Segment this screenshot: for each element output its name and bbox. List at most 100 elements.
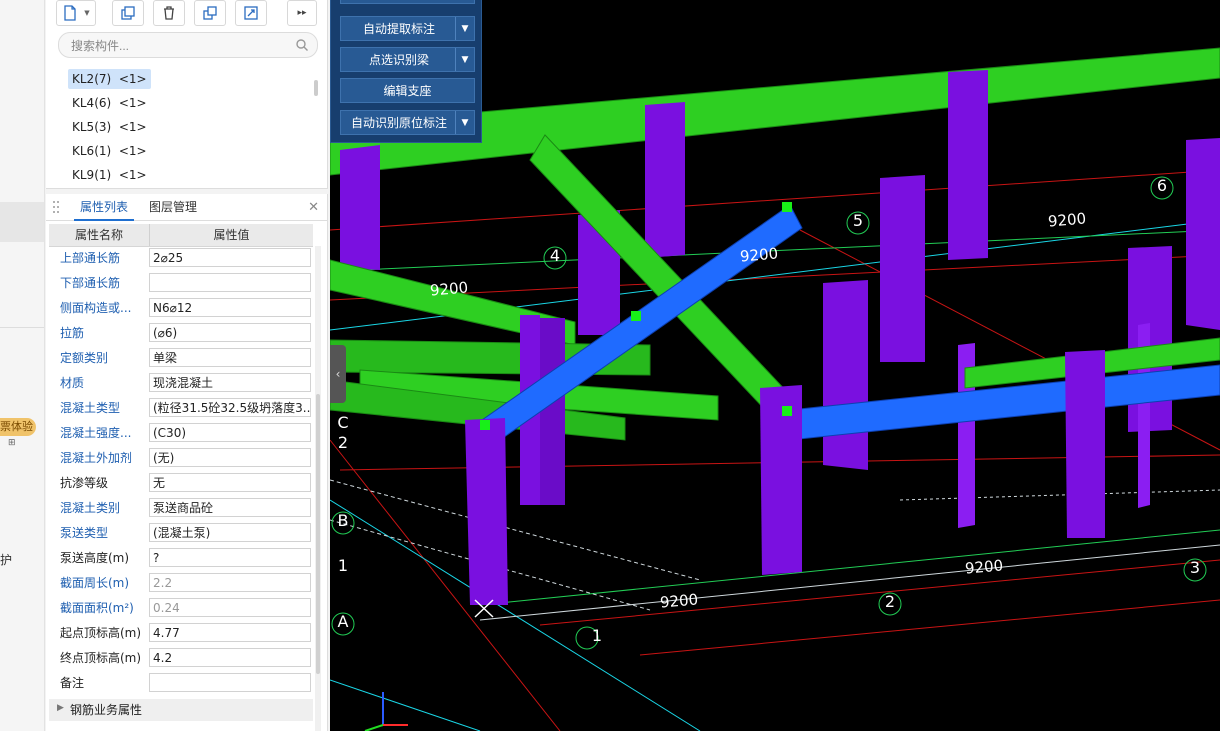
component-item-kl2[interactable]: KL2(7) <1> (68, 69, 151, 89)
property-name: 材质 (60, 376, 85, 390)
search-icon[interactable] (295, 38, 309, 52)
pick-recognize-beam-label: 点选识别梁 (368, 53, 429, 67)
auto-recognize-inplace-annotation-label: 自动识别原位标注 (350, 116, 447, 130)
property-row: 材质 现浇混凝土 (49, 371, 313, 396)
delete-component-button[interactable] (153, 0, 185, 26)
axis-letter-b: B (337, 511, 349, 530)
property-value-field[interactable] (149, 273, 311, 292)
property-value-field[interactable]: ? (149, 548, 311, 567)
tab-property-list[interactable]: 属性列表 (74, 194, 135, 221)
property-row: 抗渗等级 无 (49, 471, 313, 496)
property-name: 起点顶标高(m) (60, 626, 142, 640)
property-name: 泵送类型 (60, 526, 109, 540)
axis-letter-c: C (337, 413, 349, 432)
property-value-field[interactable]: 4.2 (149, 648, 311, 667)
section-label: 钢筋业务属性 (70, 703, 143, 717)
dimension-label: 9200 (1047, 209, 1087, 231)
component-list-panel: ▼ ▸▸ KL2(7) <1> KL4(6) <1> KL5(3) <1> KL… (46, 0, 328, 189)
property-value-field[interactable]: 2.2 (149, 573, 311, 592)
property-value-field[interactable]: 泵送商品砼 (149, 498, 311, 517)
property-row: 泵送类型 (混凝土泵) (49, 521, 313, 546)
left-strip-divider (0, 327, 44, 328)
property-row: 混凝土强度... (C30) (49, 421, 313, 446)
axis-gizmo (364, 692, 408, 731)
auto-extract-annotation-button[interactable]: 自动提取标注 ▼ (340, 16, 475, 41)
new-file-icon (64, 5, 76, 21)
property-name: 混凝土强度... (60, 426, 132, 440)
small-square-icon: ⊞ (8, 438, 16, 448)
expand-arrow-icon[interactable]: ▶ (57, 703, 64, 713)
menu-partial-button[interactable] (340, 0, 475, 4)
double-arrow-right-icon: ▸▸ (297, 8, 307, 18)
property-value-field[interactable]: (粒径31.5砼32.5级坍落度3... (149, 398, 311, 417)
property-row: 下部通长筋 (49, 271, 313, 296)
property-value-field[interactable]: 0.24 (149, 598, 311, 617)
new-component-button[interactable]: ▼ (56, 0, 96, 26)
dropdown-arrow-icon[interactable]: ▼ (455, 48, 474, 71)
property-row: 备注 (49, 671, 313, 696)
property-value-field[interactable]: 2⌀25 (149, 248, 311, 267)
dropdown-arrow-icon[interactable]: ▼ (455, 111, 474, 134)
dropdown-arrow-icon[interactable]: ▼ (455, 17, 474, 40)
chevron-down-icon: ▼ (84, 9, 90, 17)
edit-support-label: 编辑支座 (383, 84, 432, 98)
export-component-button[interactable] (235, 0, 267, 26)
auto-recognize-inplace-annotation-button[interactable]: 自动识别原位标注 ▼ (340, 110, 475, 135)
component-item-kl6[interactable]: KL6(1) <1> (68, 141, 151, 161)
component-search (58, 32, 318, 58)
copy-icon (121, 6, 135, 20)
search-input[interactable] (69, 36, 293, 56)
property-name: 备注 (60, 676, 85, 690)
property-value-field[interactable]: 4.77 (149, 623, 311, 642)
axis-number-1: 1 (591, 626, 603, 645)
axis-letter-a: A (337, 612, 349, 631)
component-item-kl9[interactable]: KL9(1) <1> (68, 165, 151, 185)
column-header-name: 属性名称 (49, 224, 150, 246)
property-row: 侧面构造或... N6⌀12 (49, 296, 313, 321)
property-row: 起点顶标高(m) 4.77 (49, 621, 313, 646)
property-name: 抗渗等级 (60, 476, 109, 490)
property-row: 截面周长(m) 2.2 (49, 571, 313, 596)
property-tab-bar: 属性列表 图层管理 ✕ (46, 194, 327, 221)
beam-recognition-menu: 自动提取标注 ▼ 点选识别梁 ▼ 编辑支座 自动识别原位标注 ▼ (330, 0, 482, 143)
property-row: 泵送高度(m)? (49, 546, 313, 571)
property-section-steel[interactable]: ▶ 钢筋业务属性 (49, 699, 313, 721)
property-value-field[interactable] (149, 673, 311, 692)
experience-badge[interactable]: 票体验 (0, 418, 36, 436)
property-row: 混凝土外加剂 (无) (49, 446, 313, 471)
component-item-kl4[interactable]: KL4(6) <1> (68, 93, 151, 113)
property-name: 混凝土外加剂 (60, 451, 133, 465)
drag-handle-icon[interactable] (52, 200, 60, 214)
property-value-field[interactable]: (无) (149, 448, 311, 467)
dimension-label: 9200 (739, 244, 779, 266)
component-list-scrollbar[interactable] (314, 80, 318, 96)
pick-recognize-beam-button[interactable]: 点选识别梁 ▼ (340, 47, 475, 72)
edit-support-button[interactable]: 编辑支座 (340, 78, 475, 103)
property-name: 混凝土类别 (60, 501, 121, 515)
property-scrollbar-thumb[interactable] (316, 394, 320, 674)
property-value-field[interactable]: (⌀6) (149, 323, 311, 342)
tab-layer-management[interactable]: 图层管理 (143, 194, 203, 220)
left-strip-active-item[interactable] (0, 202, 44, 242)
property-value-field[interactable]: 无 (149, 473, 311, 492)
property-name: 拉筋 (60, 326, 85, 340)
duplicate-layer-button[interactable] (194, 0, 226, 26)
axis-number-3: 3 (1189, 558, 1201, 577)
property-value-field[interactable]: N6⌀12 (149, 298, 311, 317)
property-row: 混凝土类型 (粒径31.5砼32.5级坍落度3... (49, 396, 313, 421)
property-value-field[interactable]: 单梁 (149, 348, 311, 367)
component-item-kl5[interactable]: KL5(3) <1> (68, 117, 151, 137)
more-tools-button[interactable]: ▸▸ (287, 0, 317, 26)
collapse-panel-handle[interactable]: ‹ (330, 345, 346, 403)
property-row: 终点顶标高(m) 4.2 (49, 646, 313, 671)
axis-side-number-1: 1 (337, 556, 349, 575)
axis-number-2: 2 (884, 592, 896, 611)
axis-number-4: 4 (549, 246, 561, 265)
property-row: 拉筋 (⌀6) (49, 321, 313, 346)
close-icon[interactable]: ✕ (308, 200, 319, 215)
property-value-field[interactable]: (C30) (149, 423, 311, 442)
copy-component-button[interactable] (112, 0, 144, 26)
property-value-field[interactable]: 现浇混凝土 (149, 373, 311, 392)
property-value-field[interactable]: (混凝土泵) (149, 523, 311, 542)
layers-copy-icon (203, 6, 217, 20)
